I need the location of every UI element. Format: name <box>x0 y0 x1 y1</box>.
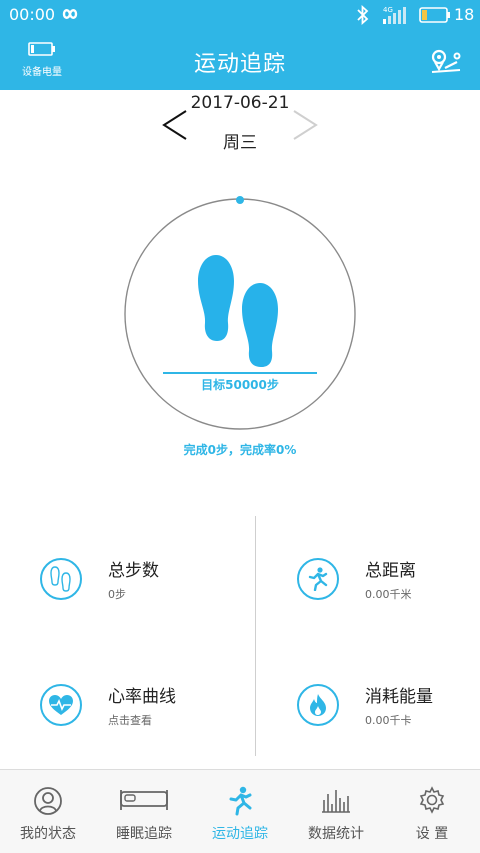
bluetooth-icon <box>356 4 370 29</box>
infinity-icon <box>58 6 82 26</box>
calories-label: 消耗能量 <box>365 687 433 707</box>
heart-rate-circle <box>40 684 82 726</box>
tab-settings[interactable]: 设 置 <box>384 770 480 853</box>
calories-value: 0.00千卡 <box>365 714 412 727</box>
tab-settings-label: 设 置 <box>415 826 449 842</box>
heart-rate-label: 心率曲线 <box>108 687 176 707</box>
signal-icon: 4G <box>383 5 409 29</box>
tab-activity-tracking[interactable]: 运动追踪 <box>192 770 288 853</box>
distance-circle <box>297 558 339 600</box>
heart-pulse-icon <box>49 695 73 715</box>
total-distance-value: 0.00千米 <box>365 588 412 601</box>
status-time: 00:00 <box>9 5 56 24</box>
tab-data-statistics-label: 数据统计 <box>308 826 364 842</box>
map-route-icon <box>431 49 461 73</box>
chevron-right-icon <box>293 110 318 140</box>
route-map-button[interactable] <box>430 48 462 78</box>
tab-my-status-label: 我的状态 <box>20 826 76 842</box>
tab-my-status[interactable]: 我的状态 <box>0 770 96 853</box>
heart-rate-value: 点击查看 <box>108 714 152 727</box>
runner-icon <box>308 567 328 591</box>
status-bar: 00:00 4G 18 <box>0 0 480 30</box>
current-date: 2017-06-21 <box>190 93 290 113</box>
profile-icon <box>33 786 63 820</box>
bar-chart-icon <box>320 786 352 818</box>
goal-text: 目标50000步 <box>201 378 279 392</box>
battery-icon <box>419 7 451 27</box>
completion-text: 完成0步，完成率0% <box>183 443 297 457</box>
tab-data-statistics[interactable]: 数据统计 <box>288 770 384 853</box>
steps-circle <box>40 558 82 600</box>
next-day-button[interactable] <box>290 108 320 146</box>
page-title: 运动追踪 <box>193 52 286 77</box>
flame-icon <box>310 694 326 716</box>
current-weekday: 周三 <box>223 133 257 153</box>
running-icon <box>227 786 253 820</box>
footprints-icon <box>198 255 278 367</box>
battery-level-text: 18 <box>454 5 475 24</box>
date-navigator: 2017-06-21 周三 <box>0 90 480 160</box>
total-distance-label: 总距离 <box>365 561 416 581</box>
progress-indicator-dot <box>236 196 244 204</box>
tab-sleep-tracking[interactable]: 睡眠追踪 <box>96 770 192 853</box>
total-steps-value: 0步 <box>108 588 126 601</box>
total-steps-label: 总步数 <box>108 561 159 581</box>
tab-sleep-tracking-label: 睡眠追踪 <box>116 826 172 842</box>
tab-activity-tracking-label: 运动追踪 <box>212 826 268 842</box>
bed-icon <box>119 786 169 816</box>
app-bar: 设备电量 运动追踪 <box>0 30 480 90</box>
bottom-navigation: 我的状态 睡眠追踪 运动追踪 数据统计 设 置 <box>0 769 480 853</box>
network-type-label: 4G <box>383 6 393 14</box>
goal-underline <box>163 372 317 374</box>
calories-circle <box>297 684 339 726</box>
stats-divider <box>255 516 256 756</box>
footprints-small-icon <box>50 566 71 592</box>
gear-icon <box>418 786 446 818</box>
